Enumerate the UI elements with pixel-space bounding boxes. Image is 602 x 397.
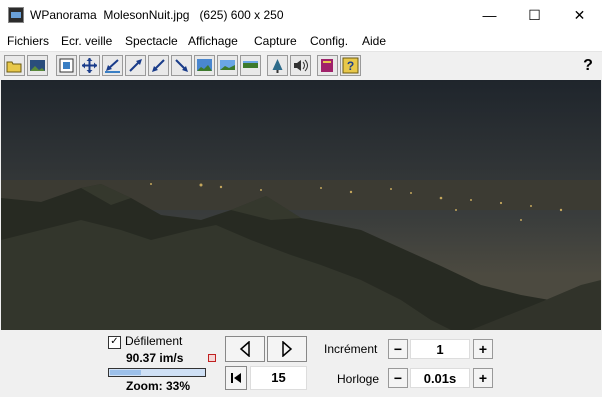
arrow-down-left-button[interactable] (148, 55, 169, 76)
menu-affichage[interactable]: Affichage (188, 34, 238, 48)
zoom-slider[interactable] (108, 368, 206, 377)
arrow-left-down-button[interactable] (102, 55, 123, 76)
panorama-viewer[interactable] (1, 80, 601, 330)
sound-button[interactable] (290, 55, 311, 76)
control-panel: ✓ Défilement 90.37 im/s Zoom: 33% 15 Inc… (0, 330, 602, 397)
flat-landscape-button[interactable] (240, 55, 261, 76)
image-dimensions: (625) 600 x 250 (199, 8, 284, 22)
app-icon[interactable] (8, 7, 24, 23)
clock-minus-button[interactable]: − (388, 368, 408, 388)
clock-plus-button[interactable]: + (473, 368, 493, 388)
skip-start-icon (231, 373, 241, 383)
image-button[interactable] (27, 55, 48, 76)
speaker-icon (294, 59, 308, 72)
arrow-down-right-icon (175, 59, 188, 72)
arrow-down-right-button[interactable] (171, 55, 192, 76)
help-button[interactable]: ? (578, 55, 598, 77)
previous-button[interactable] (225, 336, 265, 362)
zoom-slider-fill (110, 370, 141, 375)
fit-icon (59, 58, 74, 73)
arrow-up-right-icon (129, 59, 142, 72)
landscape-wide-icon (220, 60, 235, 70)
tree-icon (272, 59, 283, 73)
svg-text:?: ? (347, 59, 354, 73)
menu-ecran-veille[interactable]: Ecr. veille (61, 34, 112, 48)
menu-aide[interactable]: Aide (362, 34, 386, 48)
open-folder-button[interactable] (4, 55, 25, 76)
increment-label: Incrément (324, 342, 378, 356)
increment-value[interactable]: 1 (410, 339, 470, 359)
clock-value[interactable]: 0.01s (410, 368, 470, 388)
app-name: WPanorama (30, 8, 97, 22)
move-button[interactable] (79, 55, 100, 76)
increment-minus-button[interactable]: − (388, 339, 408, 359)
window-title: WPanorama MolesonNuit.jpg (625) 600 x 25… (30, 8, 284, 22)
fit-button[interactable] (56, 55, 77, 76)
open-folder-icon (6, 61, 22, 73)
scroll-label: Défilement (125, 334, 183, 348)
landscape-button[interactable] (194, 55, 215, 76)
zoom-readout: Zoom: 33% (126, 379, 191, 393)
menu-bar: Fichiers Ecr. veille Spectacle Affichage… (0, 31, 602, 52)
next-button[interactable] (267, 336, 307, 362)
triangle-left-icon (239, 341, 250, 357)
triangle-right-icon (282, 341, 293, 357)
speed-readout: 90.37 im/s (126, 351, 184, 365)
help-image-icon: ? (342, 57, 359, 74)
first-frame-button[interactable] (225, 366, 247, 390)
title-bar: WPanorama MolesonNuit.jpg (625) 600 x 25… (0, 0, 602, 31)
arrow-down-left-icon (152, 59, 165, 72)
minimize-button[interactable]: — (467, 0, 512, 31)
arrow-up-right-button[interactable] (125, 55, 146, 76)
toolbar: ? ? (0, 52, 602, 80)
menu-spectacle[interactable]: Spectacle (125, 34, 178, 48)
file-name: MolesonNuit.jpg (103, 8, 190, 22)
tree-button[interactable] (267, 55, 288, 76)
help-image-button[interactable]: ? (340, 55, 361, 76)
scroll-checkbox[interactable]: ✓ (108, 336, 121, 349)
image-icon (30, 60, 45, 71)
landscape-icon (197, 59, 212, 71)
menu-config[interactable]: Config. (310, 34, 348, 48)
clock-label: Horloge (337, 372, 380, 386)
panorama-image[interactable] (1, 80, 601, 330)
frame-counter: 15 (250, 366, 307, 390)
increment-plus-button[interactable]: + (473, 339, 493, 359)
book-button[interactable] (317, 55, 338, 76)
arrow-left-down-icon (105, 59, 120, 73)
landscape-wide-button[interactable] (217, 55, 238, 76)
close-button[interactable]: ✕ (557, 0, 602, 31)
maximize-button[interactable]: ☐ (512, 0, 557, 31)
book-icon (321, 59, 333, 72)
flat-landscape-icon (243, 61, 258, 68)
move-icon (82, 58, 97, 73)
menu-capture[interactable]: Capture (254, 34, 297, 48)
menu-fichiers[interactable]: Fichiers (7, 34, 49, 48)
record-icon (208, 354, 216, 362)
